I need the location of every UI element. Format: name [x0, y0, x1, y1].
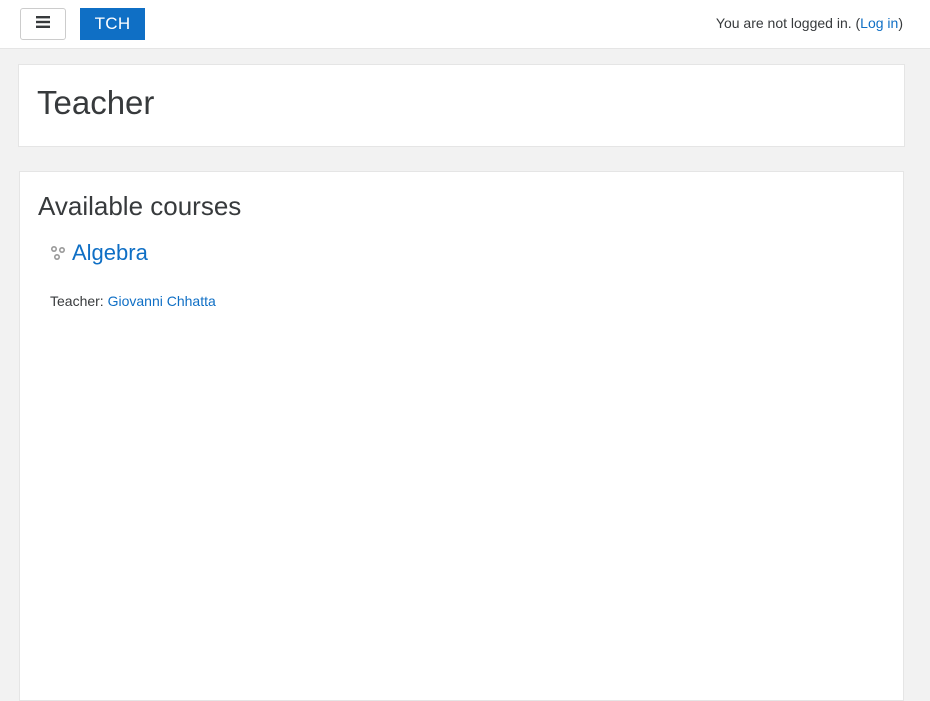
- teacher-label: Teacher:: [50, 293, 108, 309]
- login-link[interactable]: Log in: [860, 15, 898, 31]
- course-icon: [50, 245, 67, 262]
- page-header: Teacher: [18, 64, 905, 147]
- navbar: TCH You are not logged in. (Log in): [0, 0, 930, 49]
- login-info: You are not logged in. (Log in): [716, 15, 903, 31]
- hamburger-icon: [36, 15, 50, 33]
- teacher-link[interactable]: Giovanni Chhatta: [108, 293, 216, 309]
- course-item: Algebra: [50, 240, 148, 266]
- course-link[interactable]: Algebra: [72, 240, 148, 266]
- site-brand-link[interactable]: TCH: [80, 8, 145, 40]
- nav-drawer-toggle-button[interactable]: [20, 8, 66, 40]
- course-teacher: Teacher: Giovanni Chhatta: [50, 293, 216, 309]
- login-prefix: You are not logged in. (: [715, 15, 861, 31]
- main-region: Available courses Algebra Teacher: Giova…: [19, 171, 904, 701]
- login-suffix: ): [898, 15, 903, 31]
- page-title: Teacher: [37, 84, 155, 121]
- available-courses-heading: Available courses: [38, 191, 242, 221]
